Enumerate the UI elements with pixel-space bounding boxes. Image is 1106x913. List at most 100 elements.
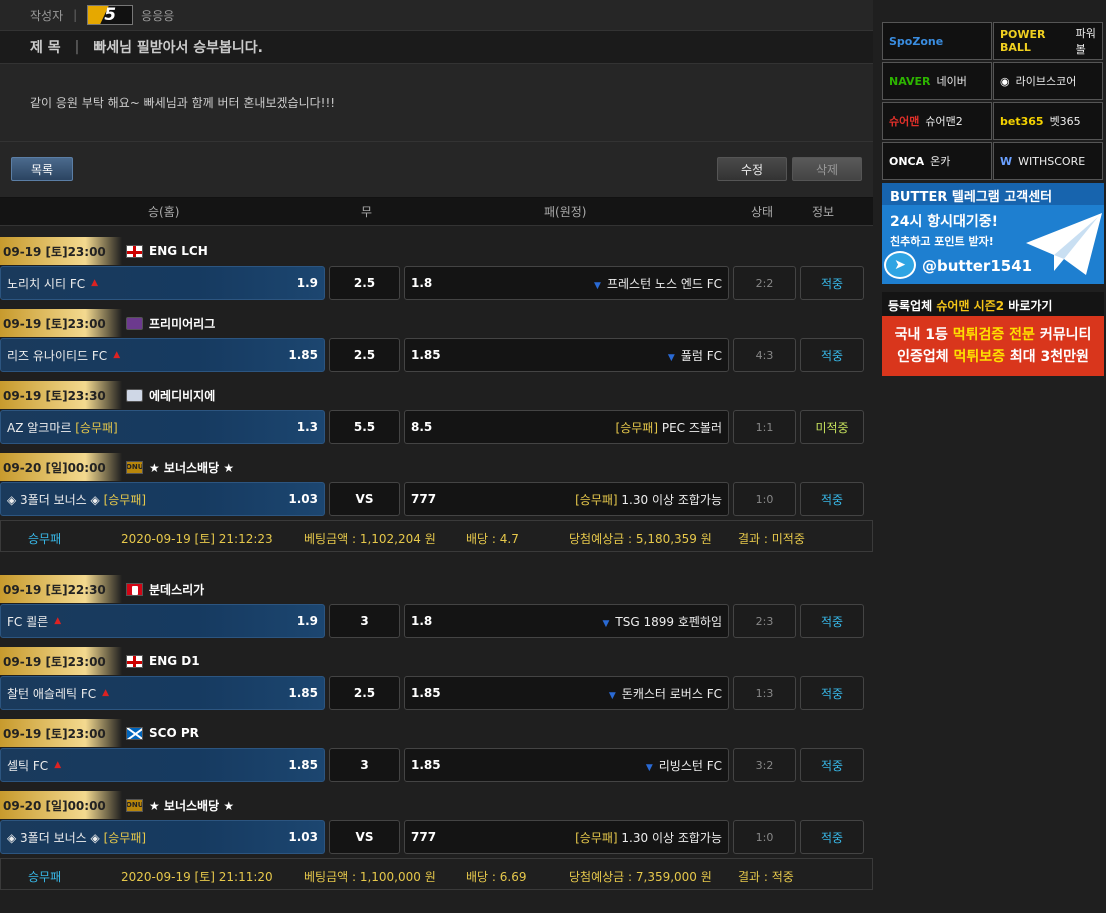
away-team: PEC 즈볼러: [661, 420, 722, 435]
sponsor-label: 라이브스코어: [1015, 75, 1077, 88]
game-score: 4:3: [733, 338, 796, 372]
sponsor-logo-icon: ◉: [1000, 74, 1010, 88]
sureman-banner-line1: 국내 1등 먹튀검증 전문 커뮤니티: [894, 327, 1092, 343]
away-pick[interactable]: 8.5 [승무패] PEC 즈볼러: [404, 410, 729, 444]
home-pick[interactable]: AZ 알크마르 [승무패] 1.3: [0, 410, 325, 444]
away-pick[interactable]: 1.85 ▼ 돈캐스터 로버스 FC: [404, 676, 729, 710]
summary-type: 승무패: [28, 532, 62, 546]
telegram-banner[interactable]: BUTTER 텔레그램 고객센터 24시 항시대기중! 친추하고 포인트 받자!…: [882, 183, 1104, 284]
title-label: 제 목: [30, 40, 61, 56]
away-pick[interactable]: 1.85 ▼ 리빙스턴 FC: [404, 748, 729, 782]
summary-odds: 배당 : 4.7: [466, 532, 519, 546]
game-result: 적중: [800, 266, 864, 300]
game-date-row: 09-19 [토]23:00 ENG D1: [0, 646, 873, 676]
sponsor-link[interactable]: POWER BALL 파워볼: [993, 22, 1103, 60]
game-row: 셀틱 FC ▲ 1.85 3 1.85 ▼ 리빙스턴 FC 3:2 적중: [0, 748, 873, 782]
away-odd: 1.85: [411, 348, 441, 362]
game-row: ◈ 3폴더 보너스 ◈ [승무패] 1.03 VS 777 [승무패] 1.30 이상 …: [0, 482, 873, 516]
away-pick[interactable]: 1.85 ▼ 풀럼 FC: [404, 338, 729, 372]
sponsor-logo-icon: SpoZone: [889, 34, 944, 48]
away-tag: [승무패]: [575, 830, 618, 845]
home-team: FC 쾰른: [7, 614, 49, 629]
edit-button[interactable]: 수정: [717, 157, 787, 181]
game-date-row: 09-19 [토]23:00 프리미어리그: [0, 308, 873, 338]
summary-expected: 당첨예상금 : 5,180,359 원: [569, 532, 712, 546]
sponsor-logo-icon: NAVER: [889, 74, 931, 88]
home-pick[interactable]: 셀틱 FC ▲ 1.85: [0, 748, 325, 782]
sponsor-link[interactable]: W WITHSCORE: [993, 142, 1103, 180]
game-date-row: 09-20 [일]00:00 BONUS ★ 보너스배당 ★: [0, 452, 873, 482]
header-away: 패(원정): [544, 205, 587, 219]
home-pick[interactable]: 노리치 시티 FC ▲ 1.9: [0, 266, 325, 300]
game-date: 09-19 [토]23:00: [0, 309, 122, 337]
down-arrow-icon: ▼: [608, 690, 616, 701]
draw-pick[interactable]: 5.5: [329, 410, 400, 444]
home-team: 노리치 시티 FC: [7, 276, 86, 291]
sponsor-logo-icon: ONCA: [889, 154, 925, 168]
table-header: 승(홈) 무 패(원정) 상태 정보: [0, 198, 873, 226]
away-team: 프레스턴 노스 엔드 FC: [606, 276, 722, 291]
game-row: 리즈 유나이티드 FC ▲ 1.85 2.5 1.85 ▼ 풀럼 FC 4:3 적중: [0, 338, 873, 372]
sponsor-link[interactable]: SpoZone: [882, 22, 992, 60]
away-team: 리빙스턴 FC: [658, 758, 722, 773]
page: 작성자 | 5 응응응 제 목 | 빠세님 필받아서 승부봅니다. 같이 응원 …: [0, 0, 1106, 913]
draw-pick[interactable]: VS: [329, 820, 400, 854]
game-date-row: 09-19 [토]22:30 분데스리가: [0, 574, 873, 604]
sponsor-logo-icon: 슈어맨: [889, 115, 920, 128]
away-odd: 1.85: [411, 758, 441, 772]
draw-pick[interactable]: VS: [329, 482, 400, 516]
home-team: 리즈 유나이티드 FC: [7, 348, 108, 363]
home-pick[interactable]: ◈ 3폴더 보너스 ◈ [승무패] 1.03: [0, 820, 325, 854]
league-flag-icon: [126, 726, 143, 740]
league-name: ENG LCH: [149, 244, 208, 258]
away-pick[interactable]: 777 [승무패] 1.30 이상 조합가능: [404, 820, 729, 854]
post-title: 빠세님 필받아서 승부봅니다.: [93, 40, 263, 56]
telegram-banner-title: BUTTER 텔레그램 고객센터: [882, 183, 1104, 205]
draw-pick[interactable]: 2.5: [329, 338, 400, 372]
game-date: 09-20 [일]00:00: [0, 453, 122, 481]
header-info: 정보: [812, 205, 835, 219]
draw-pick[interactable]: 3: [329, 748, 400, 782]
home-pick[interactable]: FC 쾰른 ▲ 1.9: [0, 604, 325, 638]
away-tag: [승무패]: [575, 492, 618, 507]
level-badge-icon: 5: [87, 5, 134, 25]
sureman-banner-line2: 인증업체 먹튀보증 최대 3천만원: [897, 349, 1089, 365]
home-pick[interactable]: 찰턴 애슬레틱 FC ▲ 1.85: [0, 676, 325, 710]
delete-button[interactable]: 삭제: [792, 157, 862, 181]
sponsor-link[interactable]: bet365 벳365: [993, 102, 1103, 140]
away-pick[interactable]: 777 [승무패] 1.30 이상 조합가능: [404, 482, 729, 516]
header-draw: 무: [361, 205, 373, 219]
sponsor-link[interactable]: 슈어맨 슈어맨2: [882, 102, 992, 140]
away-pick[interactable]: 1.8 ▼ 프레스턴 노스 엔드 FC: [404, 266, 729, 300]
league-flag-icon: [126, 316, 143, 330]
sureman-banner-title: 등록업체 슈어맨 시즌2 바로가기: [882, 292, 1104, 316]
author-name[interactable]: 응응응: [141, 7, 174, 24]
home-tag: [승무패]: [103, 830, 147, 845]
home-pick[interactable]: ◈ 3폴더 보너스 ◈ [승무패] 1.03: [0, 482, 325, 516]
sureman-banner[interactable]: 등록업체 슈어맨 시즌2 바로가기 국내 1등 먹튀검증 전문 커뮤니티 인증업…: [882, 292, 1104, 376]
list-button[interactable]: 목록: [11, 157, 73, 181]
up-arrow-icon: ▲: [102, 688, 110, 698]
home-pick[interactable]: 리즈 유나이티드 FC ▲ 1.85: [0, 338, 325, 372]
home-tag: [승무패]: [103, 492, 147, 507]
sponsor-label: WITHSCORE: [1018, 154, 1086, 168]
draw-pick[interactable]: 2.5: [329, 676, 400, 710]
game-date: 09-19 [토]23:30: [0, 381, 122, 409]
author-row: 작성자 | 5 응응응: [0, 0, 873, 30]
sponsor-link[interactable]: ◉ 라이브스코어: [993, 62, 1103, 100]
game-result: 적중: [800, 820, 864, 854]
home-team: 셀틱 FC: [7, 758, 49, 773]
sponsor-label: 벳365: [1049, 115, 1081, 128]
league-name: 분데스리가: [149, 582, 205, 597]
draw-pick[interactable]: 2.5: [329, 266, 400, 300]
sponsor-label: 파워볼: [1075, 27, 1096, 56]
sponsor-link[interactable]: ONCA 온카: [882, 142, 992, 180]
home-odd: 1.03: [288, 830, 318, 844]
draw-pick[interactable]: 3: [329, 604, 400, 638]
game-score: 3:2: [733, 748, 796, 782]
sponsor-link[interactable]: NAVER 네이버: [882, 62, 992, 100]
away-pick[interactable]: 1.8 ▼ TSG 1899 호펜하임: [404, 604, 729, 638]
league-name: 프리미어리그: [149, 316, 216, 331]
away-team: 돈캐스터 로버스 FC: [621, 686, 722, 701]
ticket-summary: 승무패 2020-09-19 [토] 21:11:20 베팅금액 : 1,100,0…: [0, 858, 873, 890]
